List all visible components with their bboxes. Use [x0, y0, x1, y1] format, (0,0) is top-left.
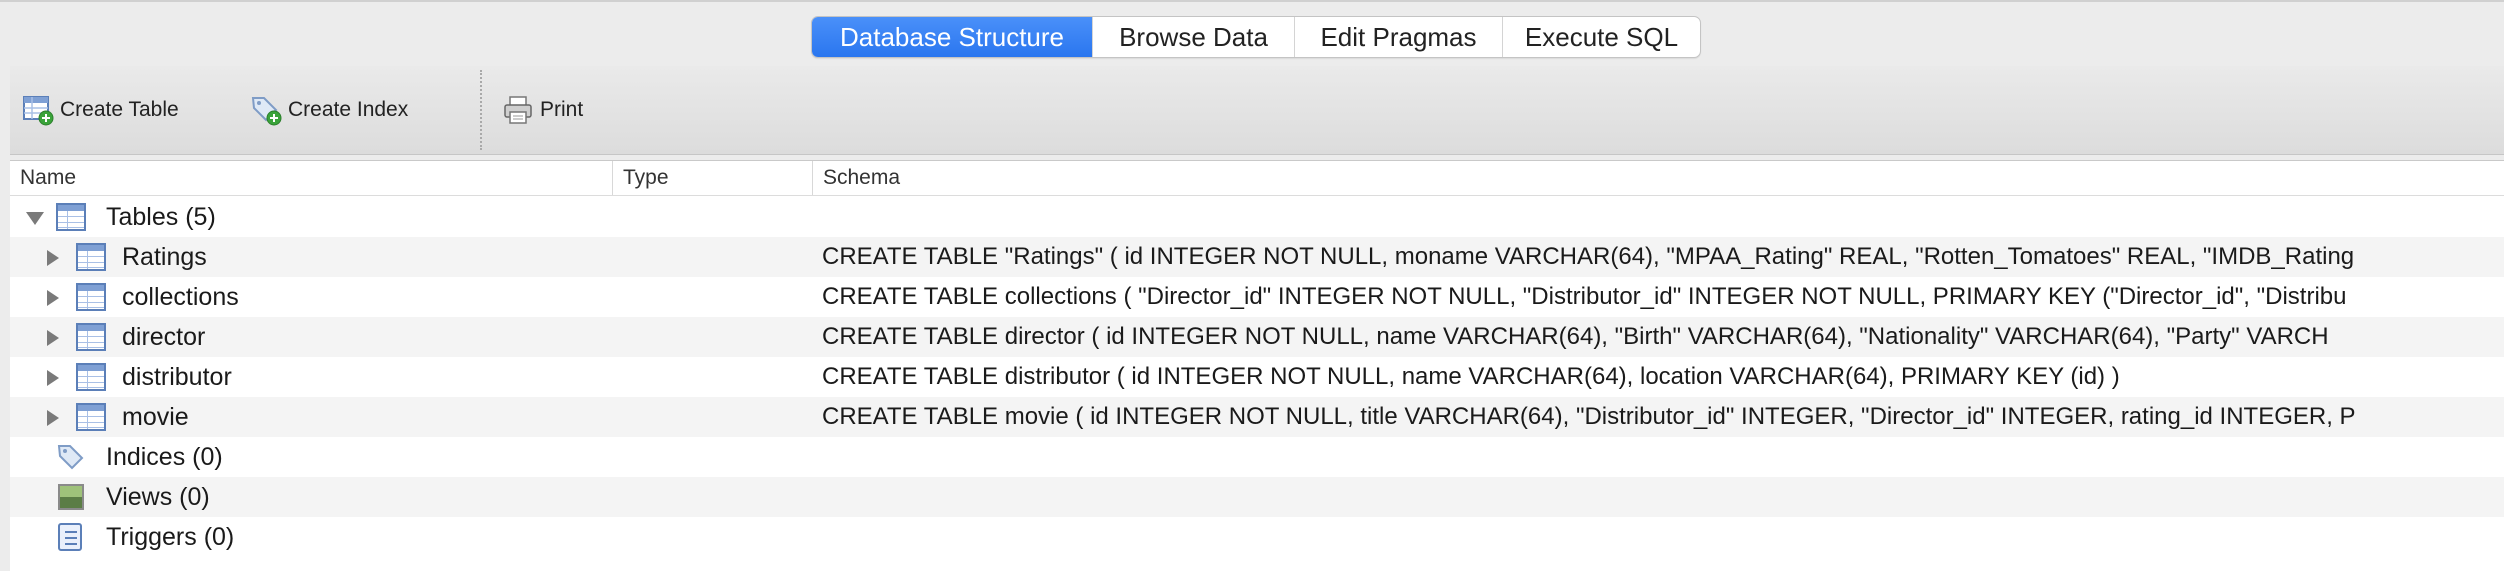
segmented-tabs: Database Structure Browse Data Edit Prag… — [811, 16, 1701, 58]
tab-database-structure[interactable]: Database Structure — [812, 17, 1092, 57]
table-icon — [76, 363, 106, 391]
create-index-label: Create Index — [288, 98, 409, 121]
table-row[interactable]: distributor CREATE TABLE distributor ( i… — [10, 357, 2504, 397]
tag-icon — [56, 443, 86, 471]
table-schema: CREATE TABLE "Ratings" ( id INTEGER NOT … — [822, 243, 2355, 270]
tab-bar: Database Structure Browse Data Edit Prag… — [0, 0, 2504, 68]
create-index-button[interactable]: Create Index — [250, 92, 408, 128]
expand-disclosure-icon[interactable] — [42, 397, 66, 437]
schema-tree: Name Type Schema Tables (5) Ratings CREA… — [10, 160, 2504, 571]
tree-row-tables[interactable]: Tables (5) — [10, 197, 2504, 237]
create-table-button[interactable]: Create Table — [22, 92, 179, 128]
table-schema: CREATE TABLE collections ( "Director_id"… — [822, 283, 2347, 310]
print-button[interactable]: Print — [502, 92, 583, 128]
tab-browse-data[interactable]: Browse Data — [1092, 17, 1294, 57]
tree-row-triggers[interactable]: Triggers (0) — [10, 517, 2504, 557]
tables-group-label: Tables (5) — [106, 203, 216, 231]
create-table-label: Create Table — [60, 98, 179, 121]
script-icon — [58, 523, 82, 551]
table-schema: CREATE TABLE movie ( id INTEGER NOT NULL… — [822, 403, 2356, 430]
table-name: collections — [122, 283, 239, 311]
table-name: Ratings — [122, 243, 207, 271]
table-name: director — [122, 323, 206, 351]
table-name: movie — [122, 403, 189, 431]
views-group-label: Views (0) — [106, 483, 210, 511]
printer-icon — [502, 94, 534, 126]
table-row[interactable]: Ratings CREATE TABLE "Ratings" ( id INTE… — [10, 237, 2504, 277]
collapse-disclosure-icon[interactable] — [24, 197, 48, 237]
tree-row-views[interactable]: Views (0) — [10, 477, 2504, 517]
expand-disclosure-icon[interactable] — [42, 357, 66, 397]
triggers-group-label: Triggers (0) — [106, 523, 235, 551]
table-schema: CREATE TABLE distributor ( id INTEGER NO… — [822, 363, 2120, 390]
table-icon — [76, 283, 106, 311]
column-header-schema[interactable]: Schema — [812, 161, 2504, 195]
table-row[interactable]: director CREATE TABLE director ( id INTE… — [10, 317, 2504, 357]
table-row[interactable]: movie CREATE TABLE movie ( id INTEGER NO… — [10, 397, 2504, 437]
column-header-name[interactable]: Name — [10, 161, 620, 195]
toolbar: Create Table Create Index Print — [10, 66, 2504, 155]
create-table-icon — [22, 94, 54, 126]
create-index-icon — [250, 94, 282, 126]
table-icon — [76, 243, 106, 271]
table-icon — [76, 323, 106, 351]
table-row[interactable]: collections CREATE TABLE collections ( "… — [10, 277, 2504, 317]
print-label: Print — [540, 98, 584, 121]
tree-row-indices[interactable]: Indices (0) — [10, 437, 2504, 477]
expand-disclosure-icon[interactable] — [42, 237, 66, 277]
tab-edit-pragmas[interactable]: Edit Pragmas — [1294, 17, 1502, 57]
table-schema: CREATE TABLE director ( id INTEGER NOT N… — [822, 323, 2329, 350]
toolbar-separator — [480, 70, 482, 150]
tree-header: Name Type Schema — [10, 161, 2504, 196]
expand-disclosure-icon[interactable] — [42, 317, 66, 357]
table-icon — [56, 203, 86, 231]
table-name: distributor — [122, 363, 232, 391]
tab-execute-sql[interactable]: Execute SQL — [1502, 17, 1700, 57]
table-icon — [76, 403, 106, 431]
expand-disclosure-icon[interactable] — [42, 277, 66, 317]
column-header-type[interactable]: Type — [612, 161, 813, 195]
image-icon — [58, 484, 84, 510]
indices-group-label: Indices (0) — [106, 443, 223, 471]
